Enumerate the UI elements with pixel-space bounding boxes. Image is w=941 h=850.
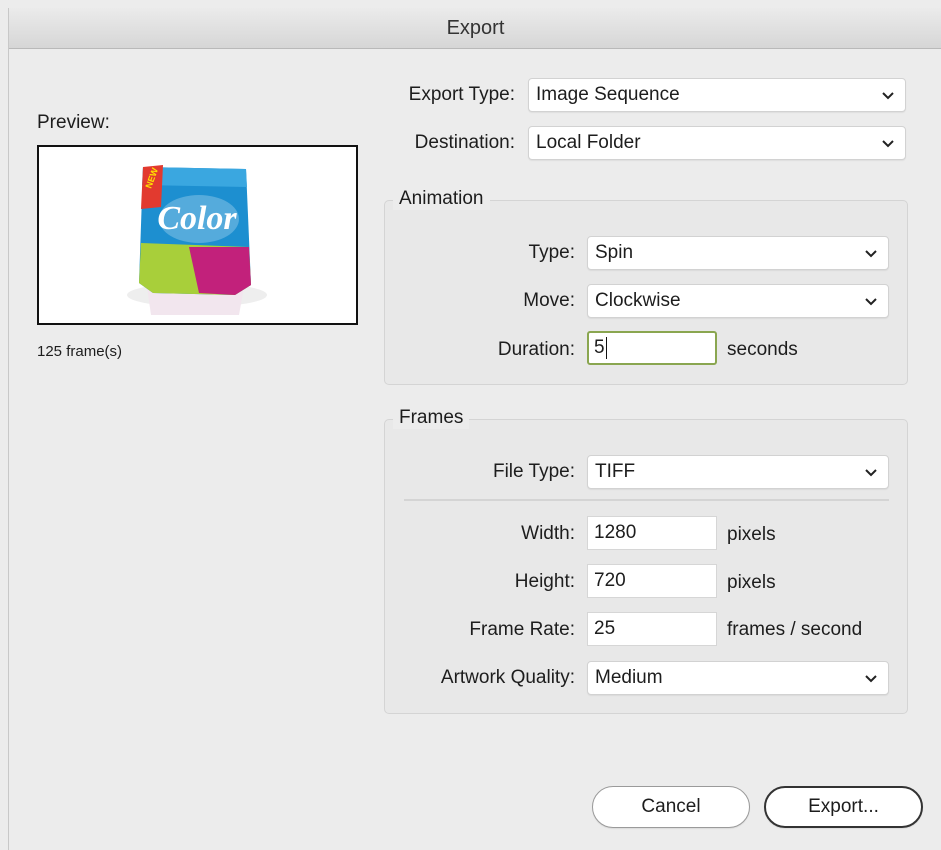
- text-caret: [605, 336, 607, 359]
- artwork-quality-value: Medium: [595, 667, 663, 688]
- width-value: 1280: [594, 522, 637, 543]
- frame-count: 125 frame(s): [37, 343, 123, 360]
- chevron-down-icon: [864, 662, 878, 694]
- duration-unit: seconds: [727, 339, 798, 360]
- move-label: Move:: [523, 290, 575, 311]
- frames-group-title: Frames: [393, 407, 470, 429]
- chevron-down-icon: [864, 285, 878, 317]
- export-dialog: Export Preview: Color NEW 125 frame(s) E…: [8, 8, 941, 850]
- height-unit: pixels: [727, 572, 776, 593]
- frame-rate-unit: frames / second: [727, 619, 863, 640]
- chevron-down-icon: [881, 127, 895, 159]
- chevron-down-icon: [864, 237, 878, 269]
- height-value: 720: [594, 570, 626, 591]
- move-value: Clockwise: [595, 290, 681, 311]
- artwork-quality-label: Artwork Quality:: [440, 667, 575, 688]
- move-select[interactable]: Clockwise: [587, 284, 889, 318]
- product-bag-image: Color NEW: [127, 165, 267, 315]
- duration-value: 5: [594, 337, 605, 358]
- animation-type-value: Spin: [595, 242, 634, 263]
- destination-select[interactable]: Local Folder: [528, 126, 906, 160]
- file-type-value: TIFF: [595, 461, 636, 482]
- duration-input[interactable]: 5: [587, 331, 717, 365]
- frame-rate-label: Frame Rate:: [469, 619, 575, 640]
- animation-type-label: Type:: [528, 242, 575, 263]
- cancel-button[interactable]: Cancel: [592, 786, 750, 828]
- export-type-select[interactable]: Image Sequence: [528, 78, 906, 112]
- frames-divider: [404, 499, 889, 501]
- chevron-down-icon: [864, 456, 878, 488]
- file-type-select[interactable]: TIFF: [587, 455, 889, 489]
- artwork-quality-select[interactable]: Medium: [587, 661, 889, 695]
- preview-image: Color NEW: [37, 145, 358, 325]
- export-type-label: Export Type:: [408, 84, 515, 105]
- animation-type-select[interactable]: Spin: [587, 236, 889, 270]
- destination-value: Local Folder: [536, 132, 641, 153]
- width-label: Width:: [521, 523, 575, 544]
- export-button[interactable]: Export...: [764, 786, 923, 828]
- height-input[interactable]: 720: [587, 564, 717, 598]
- export-type-value: Image Sequence: [536, 84, 680, 105]
- height-label: Height:: [514, 571, 575, 592]
- destination-label: Destination:: [414, 132, 515, 153]
- chevron-down-icon: [881, 79, 895, 111]
- animation-group-title: Animation: [393, 188, 490, 210]
- width-unit: pixels: [727, 524, 776, 545]
- preview-label: Preview:: [37, 112, 110, 133]
- file-type-label: File Type:: [492, 461, 575, 482]
- frame-rate-input[interactable]: 25: [587, 612, 717, 646]
- frame-rate-value: 25: [594, 618, 616, 639]
- duration-label: Duration:: [497, 339, 575, 360]
- width-input[interactable]: 1280: [587, 516, 717, 550]
- window-title: Export: [9, 8, 941, 49]
- product-brand-text: Color: [157, 200, 237, 237]
